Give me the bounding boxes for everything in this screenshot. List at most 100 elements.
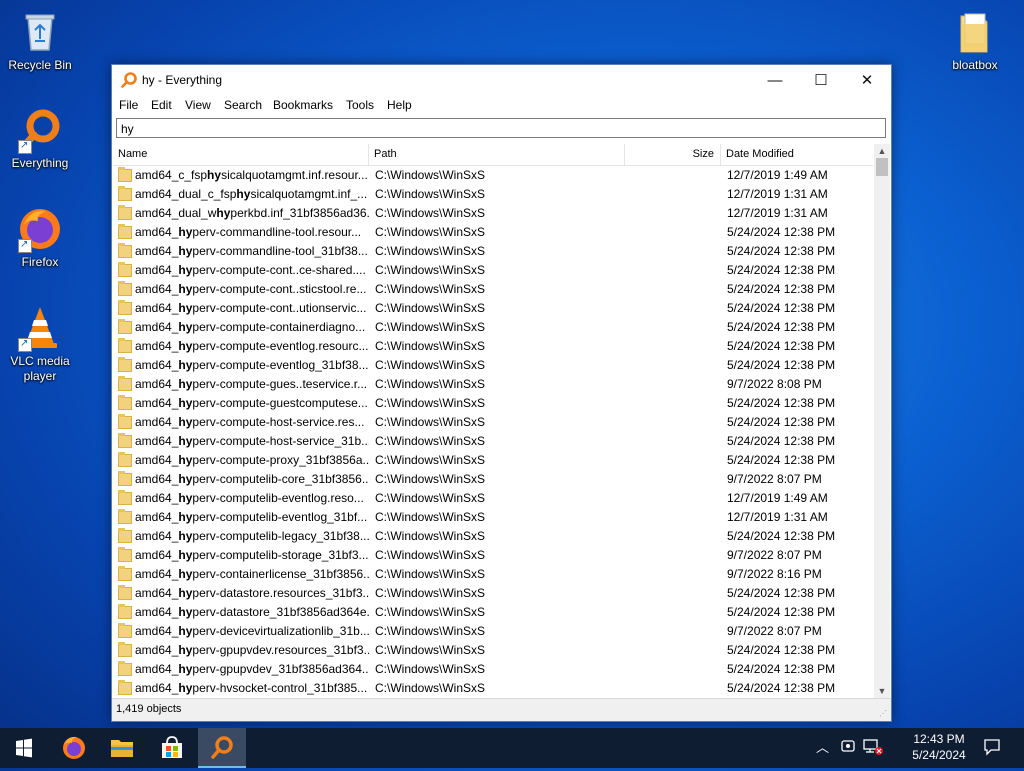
table-row[interactable]: amd64_hyperv-containerlicense_31bf3856..… (113, 565, 873, 584)
table-row[interactable]: amd64_hyperv-compute-guestcomputese... C:… (113, 394, 873, 413)
table-row[interactable]: amd64_hyperv-compute-host-service_31b...… (113, 432, 873, 451)
row-date-modified: 5/24/2024 12:38 PM (727, 282, 836, 296)
vertical-scrollbar[interactable]: ▼ ▲ (874, 144, 890, 698)
menu-search[interactable]: Search (224, 98, 262, 112)
table-row[interactable]: amd64_hyperv-hvsocket-control_31bf385...… (113, 679, 873, 698)
row-path: C:\Windows\WinSxS (375, 415, 486, 429)
table-row[interactable]: amd64_hyperv-computelib-storage_31bf3...… (113, 546, 873, 565)
row-path: C:\Windows\WinSxS (375, 510, 486, 524)
menu-view[interactable]: View (185, 98, 211, 112)
table-row[interactable]: amd64_hyperv-computelib-eventlog_31bf...… (113, 508, 873, 527)
taskbar-firefox[interactable] (50, 728, 98, 768)
table-row[interactable]: amd64_hyperv-gpupvdev_31bf3856ad364... C:… (113, 660, 873, 679)
taskbar-file-explorer[interactable] (98, 728, 146, 768)
row-date-modified: 5/24/2024 12:38 PM (727, 339, 836, 353)
table-row[interactable]: amd64_hyperv-commandline-tool.resour... C… (113, 223, 873, 242)
table-row[interactable]: amd64_dual_whyperkbd.inf_31bf3856ad36...… (113, 204, 873, 223)
column-date-header[interactable]: Date Modified (721, 144, 873, 165)
row-name: amd64_dual_c_fsphysicalquotamgmt.inf_... (135, 187, 368, 201)
everything-window: hy - Everything — ☐ ✕ File Edit View Sea… (111, 64, 892, 722)
everything-app-icon (211, 736, 233, 759)
row-date-modified: 5/24/2024 12:38 PM (727, 662, 836, 676)
row-path: C:\Windows\WinSxS (375, 358, 486, 372)
row-date-modified: 9/7/2022 8:07 PM (727, 624, 822, 638)
row-name: amd64_c_fsphysicalquotamgmt.inf.resour..… (135, 168, 368, 182)
table-row[interactable]: amd64_hyperv-devicevirtualizationlib_31b… (113, 622, 873, 641)
table-row[interactable]: amd64_c_fsphysicalquotamgmt.inf.resour..… (113, 166, 873, 185)
table-row[interactable]: amd64_hyperv-datastore.resources_31bf3..… (113, 584, 873, 603)
row-name: amd64_hyperv-gpupvdev.resources_31bf3... (135, 643, 369, 657)
search-input[interactable]: hy (116, 118, 886, 138)
row-date-modified: 5/24/2024 12:38 PM (727, 244, 836, 258)
row-date-modified: 5/24/2024 12:38 PM (727, 415, 836, 429)
maximize-button[interactable]: ☐ (798, 65, 844, 96)
minimize-button[interactable]: — (752, 65, 798, 96)
column-name-header[interactable]: Name (113, 144, 369, 165)
table-row[interactable]: amd64_hyperv-compute-proxy_31bf3856a... C… (113, 451, 873, 470)
system-clock[interactable]: 12:43 PM 5/24/2024 (900, 731, 978, 763)
row-date-modified: 5/24/2024 12:38 PM (727, 263, 836, 277)
shortcut-arrow-icon (18, 138, 32, 154)
table-row[interactable]: amd64_hyperv-datastore_31bf3856ad364e...… (113, 603, 873, 622)
title-bar[interactable]: hy - Everything — ☐ ✕ (112, 65, 891, 96)
folder-icon (118, 300, 132, 315)
row-date-modified: 5/24/2024 12:38 PM (727, 453, 836, 467)
scrollbar-thumb[interactable] (876, 158, 888, 176)
column-path-header[interactable]: Path (369, 144, 625, 165)
menu-help[interactable]: Help (387, 98, 412, 112)
start-button[interactable] (0, 728, 48, 768)
action-center-icon[interactable] (983, 738, 1001, 759)
table-row[interactable]: amd64_hyperv-computelib-core_31bf3856...… (113, 470, 873, 489)
folder-icon (118, 642, 132, 657)
row-name: amd64_hyperv-computelib-eventlog.reso... (135, 491, 364, 505)
table-row[interactable]: amd64_hyperv-compute-eventlog.resourc...… (113, 337, 873, 356)
menu-bar: File Edit View Search Bookmarks Tools He… (112, 96, 891, 116)
desktop-icon-everything[interactable]: Everything (0, 106, 80, 171)
meet-now-icon[interactable] (841, 738, 855, 757)
table-row[interactable]: amd64_hyperv-compute-cont..sticstool.re.… (113, 280, 873, 299)
desktop-icon-recycle-bin[interactable]: Recycle Bin (0, 8, 80, 73)
row-name: amd64_hyperv-compute-host-service_31b... (135, 434, 369, 448)
desktop-icon-bloatbox[interactable]: bloatbox (935, 8, 1015, 73)
row-name: amd64_hyperv-gpupvdev_31bf3856ad364... (135, 662, 369, 676)
table-row[interactable]: amd64_hyperv-commandline-tool_31bf38... C… (113, 242, 873, 261)
menu-bookmarks[interactable]: Bookmarks (273, 98, 333, 112)
menu-edit[interactable]: Edit (151, 98, 172, 112)
taskbar-everything[interactable] (198, 728, 246, 768)
row-name: amd64_hyperv-containerlicense_31bf3856..… (135, 567, 369, 581)
desktop-icon-firefox[interactable]: Firefox (0, 205, 80, 270)
table-row[interactable]: amd64_hyperv-compute-containerdiagno... C… (113, 318, 873, 337)
menu-tools[interactable]: Tools (346, 98, 374, 112)
resize-grip-icon[interactable]: ⋰ (879, 709, 889, 719)
table-row[interactable]: amd64_hyperv-compute-gues..teservice.r..… (113, 375, 873, 394)
table-row[interactable]: amd64_hyperv-compute-cont..utionservic..… (113, 299, 873, 318)
folder-icon (118, 205, 132, 220)
table-row[interactable]: amd64_hyperv-compute-cont..ce-shared....… (113, 261, 873, 280)
table-row[interactable]: amd64_hyperv-computelib-eventlog.reso...… (113, 489, 873, 508)
row-path: C:\Windows\WinSxS (375, 567, 486, 581)
network-disconnected-icon[interactable] (863, 738, 885, 759)
folder-icon (118, 338, 132, 353)
table-row[interactable]: amd64_hyperv-computelib-legacy_31bf38...… (113, 527, 873, 546)
table-row[interactable]: amd64_hyperv-compute-eventlog_31bf38... C… (113, 356, 873, 375)
vlc-label: VLC media player (10, 354, 70, 383)
table-row[interactable]: amd64_hyperv-gpupvdev.resources_31bf3...… (113, 641, 873, 660)
taskbar-microsoft-store[interactable] (148, 728, 196, 768)
row-path: C:\Windows\WinSxS (375, 225, 486, 239)
show-hidden-icons-chevron-icon[interactable]: ︿ (816, 737, 829, 756)
folder-icon (118, 680, 132, 695)
row-path: C:\Windows\WinSxS (375, 472, 486, 486)
table-row[interactable]: amd64_dual_c_fsphysicalquotamgmt.inf_...… (113, 185, 873, 204)
vlc-cone-icon (16, 304, 64, 352)
table-row[interactable]: amd64_hyperv-compute-host-service.res...… (113, 413, 873, 432)
column-size-header[interactable]: Size (625, 144, 721, 165)
row-path: C:\Windows\WinSxS (375, 396, 486, 410)
row-date-modified: 12/7/2019 1:31 AM (727, 510, 828, 524)
scroll-up-arrow-icon[interactable]: ▲ (874, 144, 890, 158)
menu-file[interactable]: File (119, 98, 138, 112)
scroll-down-arrow-icon[interactable]: ▼ (874, 684, 890, 698)
row-name: amd64_hyperv-computelib-legacy_31bf38... (135, 529, 369, 543)
row-name: amd64_hyperv-compute-eventlog.resourc... (135, 339, 369, 353)
desktop-icon-vlc[interactable]: VLC media player (0, 304, 80, 384)
close-button[interactable]: ✕ (844, 65, 890, 96)
